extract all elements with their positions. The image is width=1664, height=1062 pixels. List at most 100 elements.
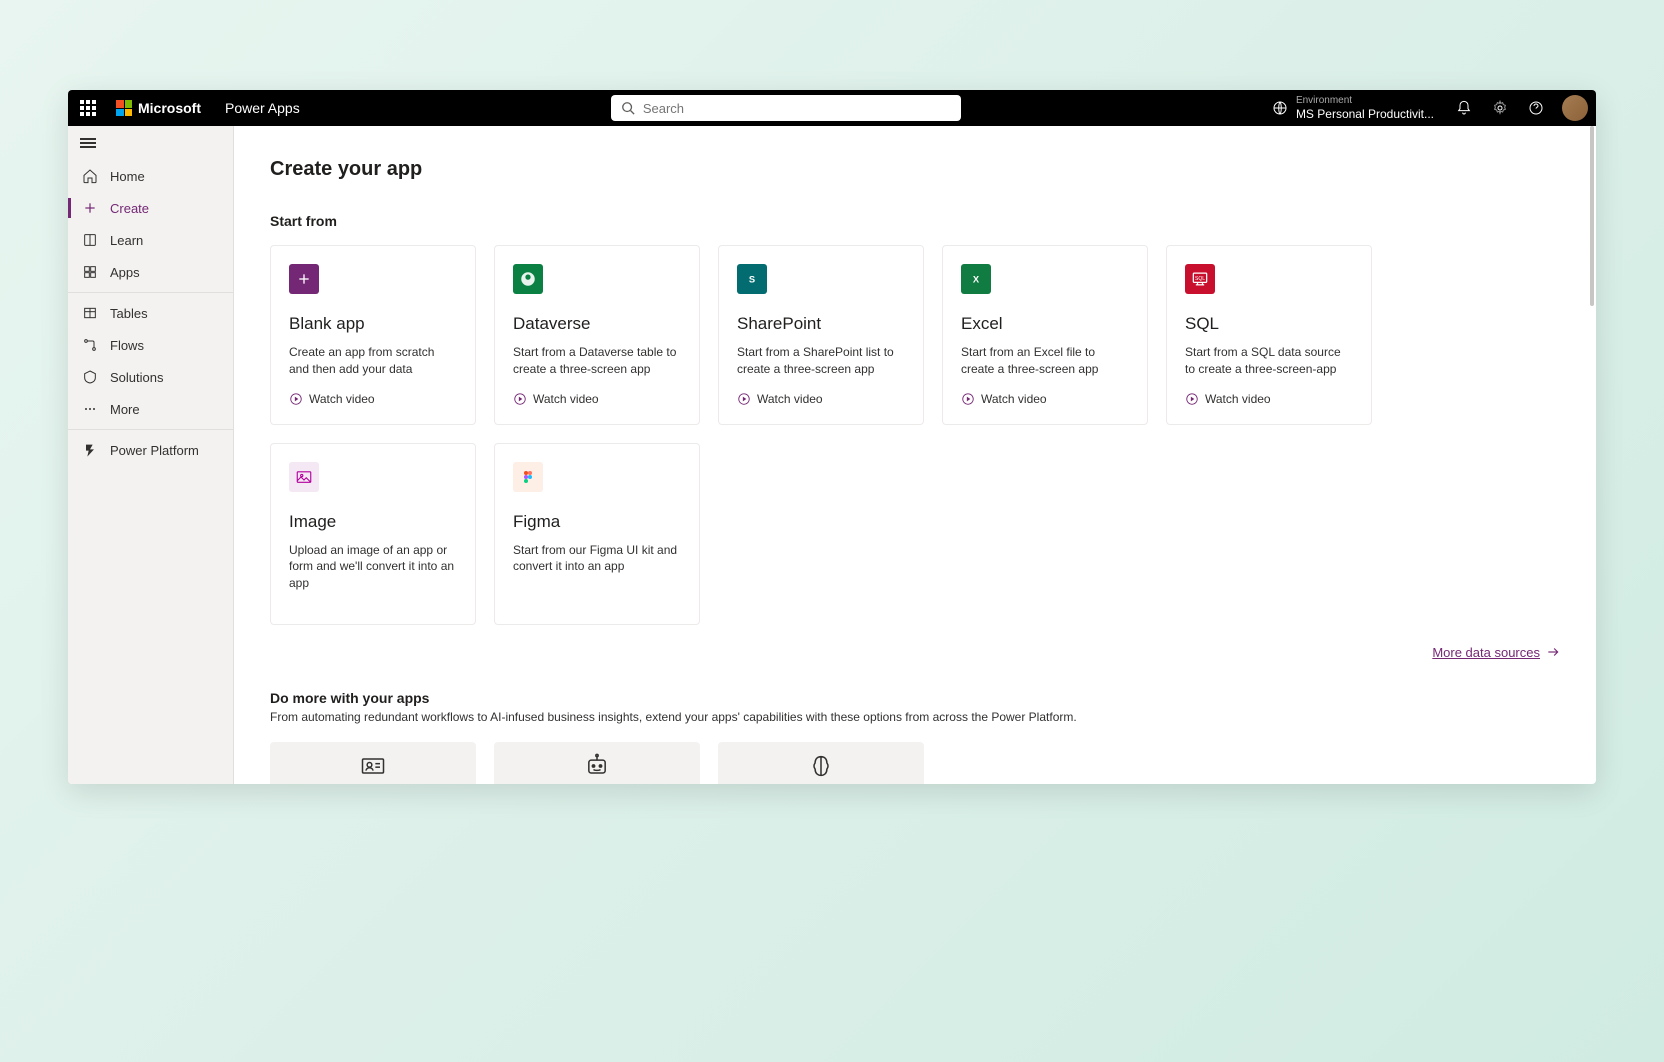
brand-name: Microsoft bbox=[138, 100, 201, 116]
sidebar-item-label: Learn bbox=[110, 233, 143, 248]
id-card-icon bbox=[359, 752, 387, 780]
main-content: Create your app Start from Blank app Cre… bbox=[234, 126, 1596, 784]
sidebar-item-flows[interactable]: Flows bbox=[68, 329, 233, 361]
home-icon bbox=[82, 168, 98, 184]
card-description: Create an app from scratch and then add … bbox=[289, 344, 457, 378]
card-title: Blank app bbox=[289, 314, 457, 334]
figma-icon bbox=[513, 462, 543, 492]
sidebar-item-label: Power Platform bbox=[110, 443, 199, 458]
watch-video-link[interactable]: Watch video bbox=[289, 392, 457, 406]
card-description: Upload an image of an app or form and we… bbox=[289, 542, 457, 592]
card-sharepoint[interactable]: S SharePoint Start from a SharePoint lis… bbox=[718, 245, 924, 425]
sidebar-item-label: Solutions bbox=[110, 370, 163, 385]
notifications-button[interactable] bbox=[1450, 94, 1478, 122]
sidebar-item-solutions[interactable]: Solutions bbox=[68, 361, 233, 393]
svg-text:S: S bbox=[749, 274, 755, 284]
do-more-card-3[interactable] bbox=[718, 742, 924, 784]
start-from-title: Start from bbox=[270, 213, 1560, 229]
card-description: Start from our Figma UI kit and convert … bbox=[513, 542, 681, 576]
card-title: Excel bbox=[961, 314, 1129, 334]
card-title: SharePoint bbox=[737, 314, 905, 334]
sidebar-item-create[interactable]: Create bbox=[68, 192, 233, 224]
sql-icon: SQL bbox=[1185, 264, 1215, 294]
scrollbar[interactable] bbox=[1588, 126, 1596, 784]
app-launcher-icon[interactable] bbox=[76, 96, 100, 120]
app-name: Power Apps bbox=[225, 100, 300, 116]
card-description: Start from a SharePoint list to create a… bbox=[737, 344, 905, 378]
sidebar-item-home[interactable]: Home bbox=[68, 160, 233, 192]
book-icon bbox=[82, 232, 98, 248]
svg-text:SQL: SQL bbox=[1195, 276, 1205, 282]
do-more-card-1[interactable] bbox=[270, 742, 476, 784]
more-data-sources-link[interactable]: More data sources bbox=[1432, 645, 1560, 660]
sidebar-item-apps[interactable]: Apps bbox=[68, 256, 233, 288]
sidebar-item-label: Apps bbox=[110, 265, 140, 280]
card-description: Start from a Dataverse table to create a… bbox=[513, 344, 681, 378]
sidebar-item-power-platform[interactable]: Power Platform bbox=[68, 434, 233, 466]
card-excel[interactable]: X Excel Start from an Excel file to crea… bbox=[942, 245, 1148, 425]
card-dataverse[interactable]: Dataverse Start from a Dataverse table t… bbox=[494, 245, 700, 425]
plus-icon bbox=[82, 200, 98, 216]
brain-icon bbox=[807, 752, 835, 780]
sidebar-item-tables[interactable]: Tables bbox=[68, 297, 233, 329]
dataverse-icon bbox=[513, 264, 543, 294]
do-more-cards bbox=[270, 742, 1560, 784]
card-title: SQL bbox=[1185, 314, 1353, 334]
more-icon bbox=[82, 401, 98, 417]
start-from-cards: Blank app Create an app from scratch and… bbox=[270, 245, 1560, 625]
card-description: Start from a SQL data source to create a… bbox=[1185, 344, 1353, 378]
watch-video-link[interactable]: Watch video bbox=[961, 392, 1129, 406]
sidebar-item-label: Tables bbox=[110, 306, 148, 321]
excel-icon: X bbox=[961, 264, 991, 294]
sidebar-item-label: Flows bbox=[110, 338, 144, 353]
env-value: MS Personal Productivit... bbox=[1296, 107, 1434, 121]
search-input[interactable] bbox=[643, 101, 951, 116]
sidebar-item-label: Home bbox=[110, 169, 145, 184]
card-title: Figma bbox=[513, 512, 681, 532]
tables-icon bbox=[82, 305, 98, 321]
env-label: Environment bbox=[1296, 95, 1434, 107]
do-more-subtitle: From automating redundant workflows to A… bbox=[270, 710, 1560, 724]
image-icon bbox=[289, 462, 319, 492]
scrollbar-thumb[interactable] bbox=[1590, 126, 1594, 306]
do-more-card-2[interactable] bbox=[494, 742, 700, 784]
sharepoint-icon: S bbox=[737, 264, 767, 294]
watch-video-link[interactable]: Watch video bbox=[1185, 392, 1353, 406]
watch-video-link[interactable]: Watch video bbox=[737, 392, 905, 406]
environment-icon bbox=[1272, 100, 1288, 116]
card-sql[interactable]: SQL SQL Start from a SQL data source to … bbox=[1166, 245, 1372, 425]
app-window: Microsoft Power Apps Environment MS Pers… bbox=[68, 90, 1596, 784]
watch-video-link[interactable]: Watch video bbox=[513, 392, 681, 406]
svg-text:X: X bbox=[973, 274, 980, 284]
page-title: Create your app bbox=[270, 158, 1560, 181]
sidebar-item-label: Create bbox=[110, 201, 149, 216]
sidebar-item-label: More bbox=[110, 402, 140, 417]
card-description: Start from an Excel file to create a thr… bbox=[961, 344, 1129, 378]
environment-picker[interactable]: Environment MS Personal Productivit... bbox=[1272, 95, 1434, 121]
search-box[interactable] bbox=[611, 95, 961, 121]
power-platform-icon bbox=[82, 442, 98, 458]
arrow-right-icon bbox=[1546, 645, 1560, 659]
card-title: Dataverse bbox=[513, 314, 681, 334]
apps-icon bbox=[82, 264, 98, 280]
microsoft-squares-icon bbox=[116, 100, 132, 116]
card-blank app[interactable]: Blank app Create an app from scratch and… bbox=[270, 245, 476, 425]
card-figma[interactable]: Figma Start from our Figma UI kit and co… bbox=[494, 443, 700, 625]
bot-icon bbox=[583, 752, 611, 780]
user-avatar[interactable] bbox=[1562, 95, 1588, 121]
flows-icon bbox=[82, 337, 98, 353]
hamburger-button[interactable] bbox=[68, 126, 233, 160]
plus-icon bbox=[289, 264, 319, 294]
header-bar: Microsoft Power Apps Environment MS Pers… bbox=[68, 90, 1596, 126]
card-image[interactable]: Image Upload an image of an app or form … bbox=[270, 443, 476, 625]
card-title: Image bbox=[289, 512, 457, 532]
sidebar-item-learn[interactable]: Learn bbox=[68, 224, 233, 256]
sidebar-item-more[interactable]: More bbox=[68, 393, 233, 425]
solutions-icon bbox=[82, 369, 98, 385]
do-more-title: Do more with your apps bbox=[270, 690, 1560, 706]
microsoft-logo: Microsoft bbox=[116, 100, 201, 116]
sidebar: Home Create Learn Apps Tables Flows bbox=[68, 126, 234, 784]
help-button[interactable] bbox=[1522, 94, 1550, 122]
search-icon bbox=[621, 101, 635, 115]
settings-button[interactable] bbox=[1486, 94, 1514, 122]
